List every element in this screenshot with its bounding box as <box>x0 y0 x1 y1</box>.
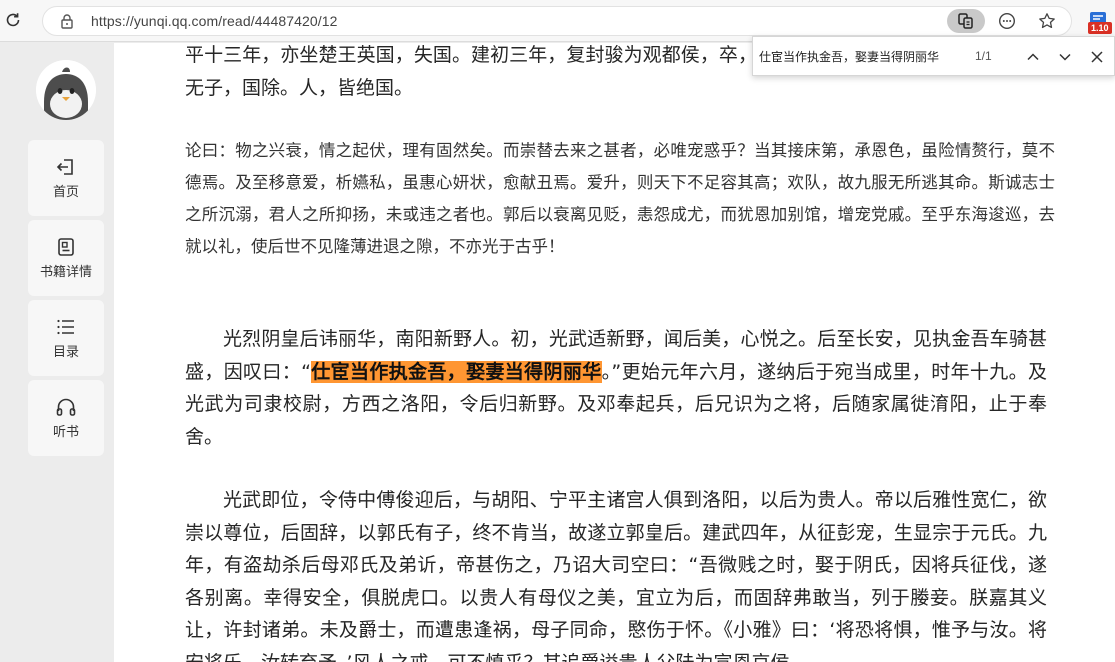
list-icon <box>57 319 74 335</box>
paragraph-commentary: 论曰：物之兴衰，情之起伏，理有固然矣。而崇替去来之甚者，必唯宠惑乎？当其接床第，… <box>185 141 1055 256</box>
more-options-button[interactable] <box>988 9 1026 33</box>
find-input[interactable] <box>759 42 969 70</box>
headphones-icon <box>56 398 76 416</box>
book-detail-icon <box>58 238 74 256</box>
read-aloud-icon <box>958 13 973 29</box>
extension-badge: 1.10 <box>1088 22 1112 34</box>
chevron-up-icon <box>1027 53 1039 61</box>
sidebar-item-label: 首页 <box>52 185 79 200</box>
search-highlight: 仕宦当作执金吾，娶妻当得阴丽华 <box>310 360 602 383</box>
sidebar-item-book-detail[interactable]: 书籍详情 <box>28 220 104 296</box>
avatar[interactable] <box>36 60 96 120</box>
paragraph: 平十三年，亦坐楚王英国，失国。建初三年，复封骏为观都侯，卒，无子，国除。人，皆绝… <box>185 44 757 99</box>
close-icon <box>1091 51 1103 63</box>
lock-icon[interactable] <box>59 13 75 29</box>
find-next-button[interactable] <box>1053 45 1077 69</box>
read-aloud-button[interactable] <box>947 9 985 33</box>
reading-page: 平十三年，亦坐楚王英国，失国。建初三年，复封骏为观都侯，卒，无子，国除。人，皆绝… <box>114 43 1115 662</box>
reload-button[interactable] <box>2 9 24 31</box>
favorite-button[interactable] <box>1028 9 1066 33</box>
star-icon <box>1039 13 1055 29</box>
penguin-avatar-icon <box>36 60 96 120</box>
sidebar-item-label: 听书 <box>52 425 79 440</box>
sidebar-item-toc[interactable]: 目录 <box>28 300 104 376</box>
paragraph: 光武即位，令侍中傅俊迎后，与胡阳、宁平主诸宫人俱到洛阳，以后为贵人。帝以后雅性宽… <box>185 489 1047 662</box>
find-previous-button[interactable] <box>1021 45 1045 69</box>
find-close-button[interactable] <box>1085 45 1109 69</box>
find-result-count: 1/1 <box>975 49 992 63</box>
address-bar[interactable]: https://yunqi.qq.com/read/44487420/12 <box>42 6 1072 36</box>
exit-icon <box>56 159 73 175</box>
sidebar-item-label: 书籍详情 <box>39 265 92 280</box>
sidebar-item-listen[interactable]: 听书 <box>28 380 104 456</box>
more-icon <box>998 12 1016 30</box>
reload-icon <box>6 13 20 27</box>
find-in-page-bar: 1/1 <box>752 36 1115 76</box>
chevron-down-icon <box>1059 53 1071 61</box>
reader-sidebar: 首页 书籍详情 目录 听书 <box>0 43 132 662</box>
url-text[interactable]: https://yunqi.qq.com/read/44487420/12 <box>91 13 338 29</box>
sidebar-item-label: 目录 <box>52 345 79 360</box>
paragraph: 光烈阴皇后讳丽华，南阳新野人。初，光武适新野，闻后美，心悦之。后至长安，见执金吾… <box>185 323 1047 453</box>
sidebar-item-home[interactable]: 首页 <box>28 140 104 216</box>
